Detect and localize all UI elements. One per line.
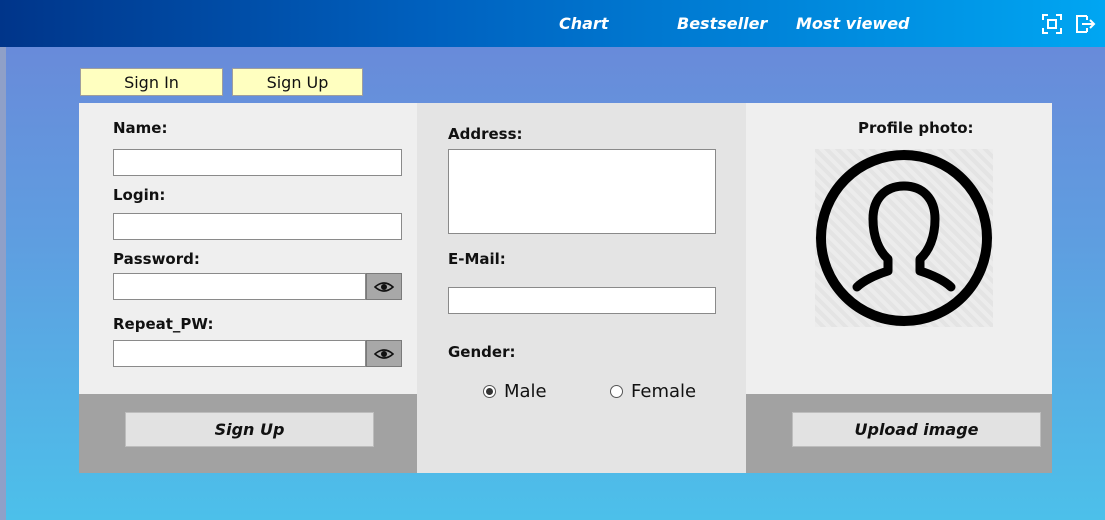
show-password-button[interactable] [366, 273, 402, 300]
email-label: E-Mail: [448, 250, 506, 268]
email-field[interactable] [448, 287, 716, 314]
nav-link-bestseller[interactable]: Bestseller [677, 14, 767, 33]
eye-icon [374, 281, 394, 292]
nav-link-chart[interactable]: Chart [559, 14, 608, 33]
address-field[interactable] [448, 149, 716, 234]
repeat-password-field[interactable] [113, 340, 366, 367]
repeat-password-label: Repeat_PW: [113, 315, 214, 333]
gender-option-label: Female [631, 381, 697, 402]
profile-photo-placeholder[interactable] [815, 149, 993, 327]
login-label: Login: [113, 186, 166, 204]
sign-up-button[interactable]: Sign Up [125, 412, 374, 447]
gender-label: Gender: [448, 343, 516, 361]
address-label: Address: [448, 125, 523, 143]
logout-icon[interactable] [1074, 13, 1096, 35]
tab-sign-in[interactable]: Sign In [80, 68, 223, 96]
user-avatar-icon [816, 150, 992, 326]
gender-option-label: Male [504, 381, 547, 402]
gender-option-female[interactable]: Female [610, 381, 696, 402]
password-label: Password: [113, 250, 200, 268]
eye-icon [374, 348, 394, 359]
radio-selected[interactable] [483, 385, 496, 398]
password-field[interactable] [113, 273, 366, 300]
show-repeat-password-button[interactable] [366, 340, 402, 367]
login-field[interactable] [113, 213, 402, 240]
top-navigation-bar: Chart Bestseller Most viewed [0, 0, 1105, 47]
tab-sign-up[interactable]: Sign Up [232, 68, 363, 96]
profile-photo-label: Profile photo: [858, 119, 974, 137]
left-edge-strip [0, 47, 6, 520]
fullscreen-icon[interactable] [1041, 13, 1063, 35]
nav-link-most-viewed[interactable]: Most viewed [796, 14, 910, 33]
name-field[interactable] [113, 149, 402, 176]
name-label: Name: [113, 119, 168, 137]
radio-unselected[interactable] [610, 385, 623, 398]
upload-image-button[interactable]: Upload image [792, 412, 1041, 447]
gender-option-male[interactable]: Male [483, 381, 547, 402]
